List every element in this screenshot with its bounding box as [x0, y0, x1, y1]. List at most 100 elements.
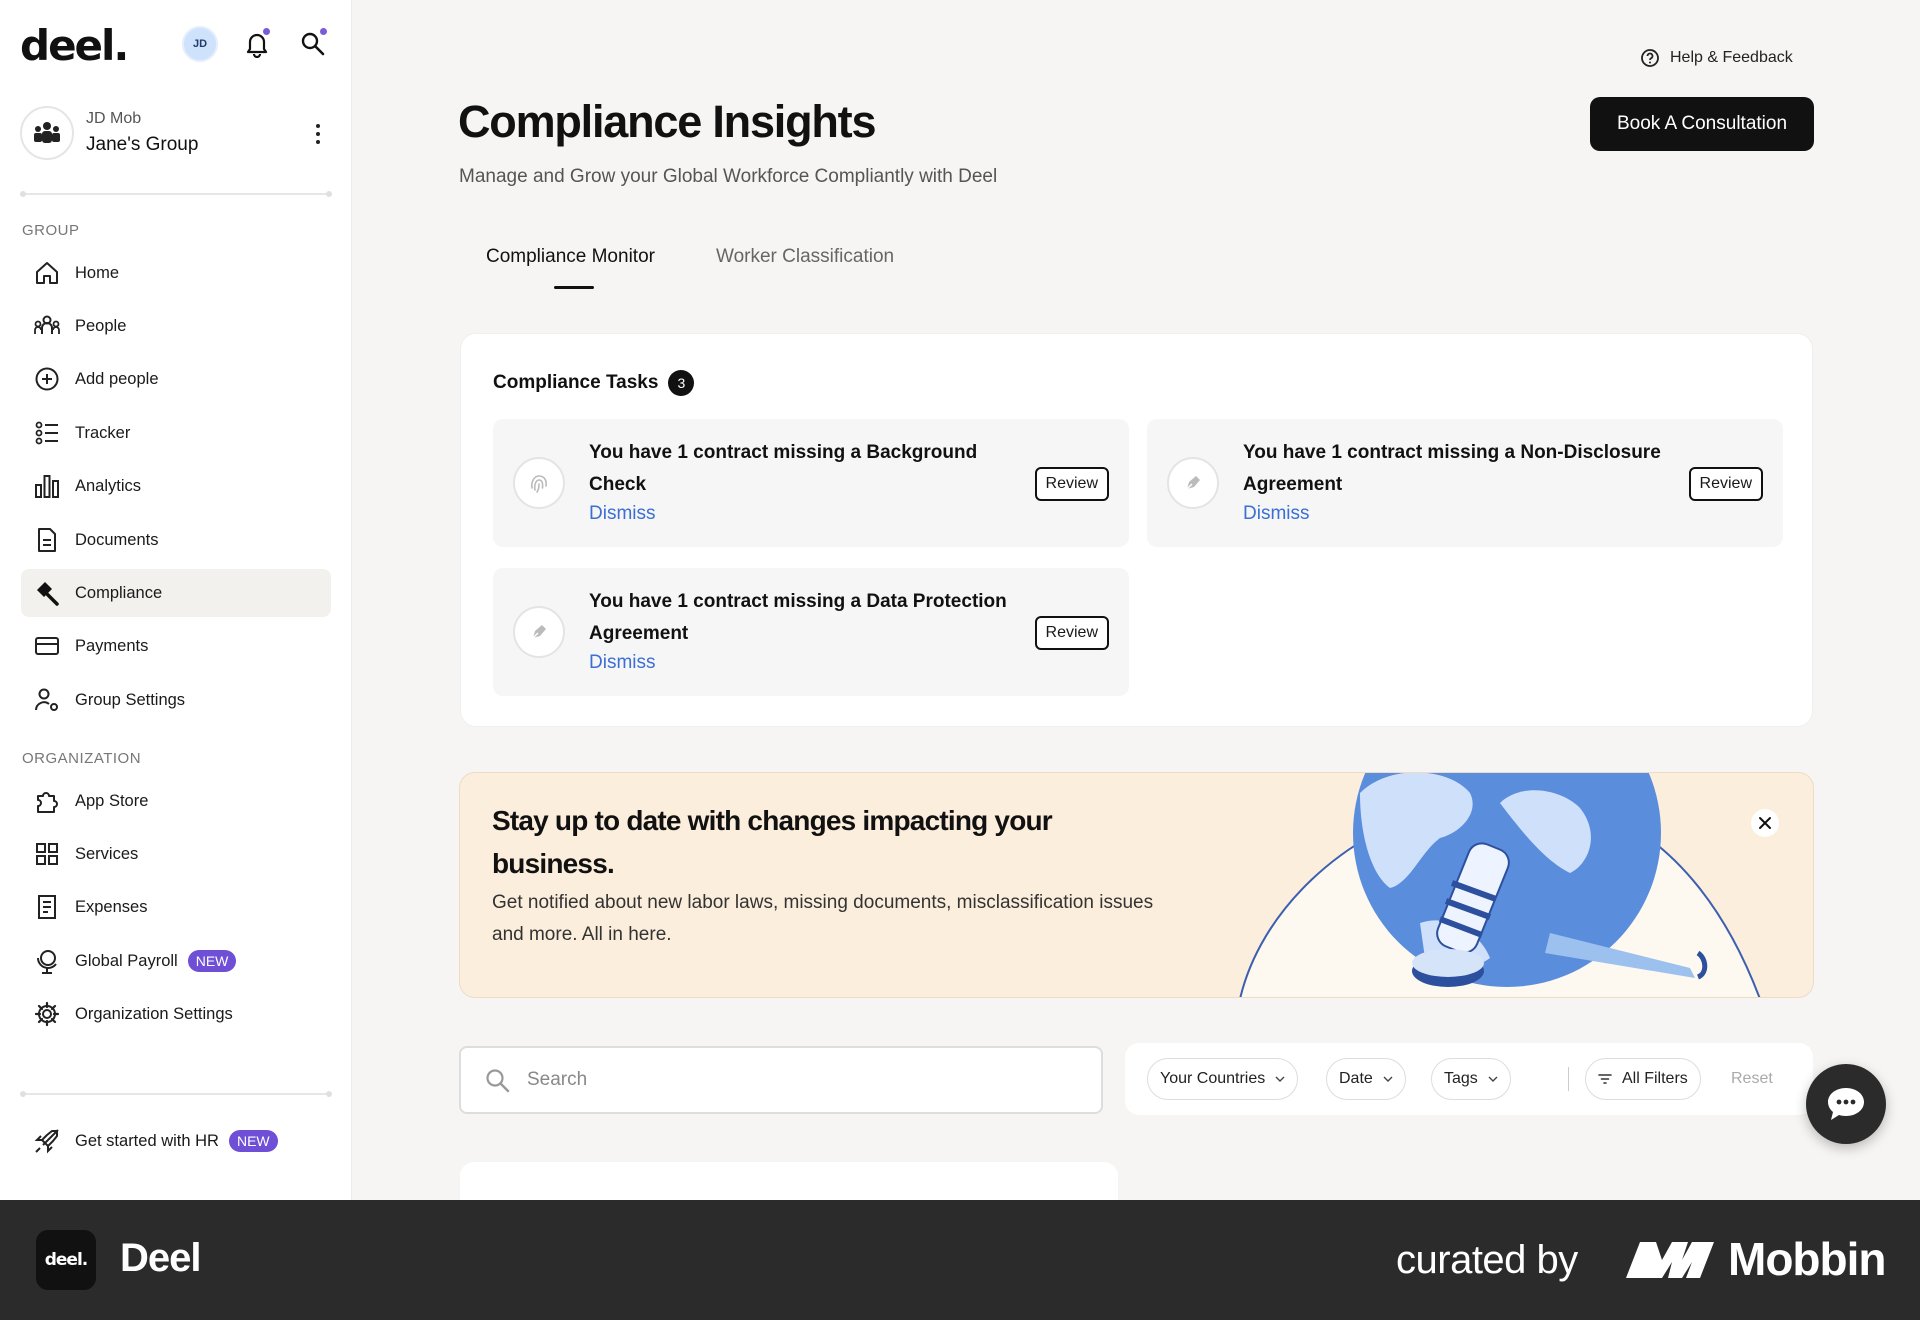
home-icon [33, 259, 61, 287]
chat-button[interactable] [1806, 1064, 1886, 1144]
footer-bar: deel. Deel curated by Mobbin [0, 1200, 1920, 1320]
book-consultation-button[interactable]: Book A Consultation [1590, 97, 1814, 151]
plus-circle-icon [33, 365, 61, 393]
footer-app-name: Deel [120, 1236, 201, 1280]
review-button[interactable]: Review [1688, 467, 1763, 501]
close-icon [1759, 817, 1771, 829]
group-switcher[interactable]: JD Mob Jane's Group [20, 104, 330, 162]
countries-filter-label: Your Countries [1160, 1070, 1266, 1087]
sidebar-item-add-people[interactable]: Add people [21, 355, 331, 403]
sidebar-item-analytics[interactable]: Analytics [21, 462, 331, 510]
sidebar-item-label: App Store [75, 791, 149, 810]
sidebar-item-expenses[interactable]: Expenses [21, 883, 331, 931]
sidebar-item-label: Organization Settings [75, 1004, 233, 1023]
sidebar-item-services[interactable]: Services [21, 830, 331, 878]
page-title: Compliance Insights [458, 96, 876, 147]
sidebar-item-label: Analytics [75, 476, 142, 495]
search-input[interactable] [527, 1066, 1067, 1094]
dismiss-link[interactable]: Dismiss [589, 503, 656, 525]
receipt-icon [33, 893, 61, 921]
sidebar-item-get-started-hr[interactable]: Get started with HR NEW [21, 1117, 331, 1165]
top-icons: JD [182, 26, 330, 62]
gear-icon [33, 1000, 61, 1028]
tab-compliance-monitor[interactable]: Compliance Monitor [486, 246, 655, 268]
notifications-button[interactable] [240, 26, 274, 62]
notification-dot [262, 27, 271, 36]
new-badge: NEW [187, 950, 237, 972]
banner-title: Stay up to date with changes impacting y… [492, 805, 1053, 879]
sidebar-item-organization-settings[interactable]: Organization Settings [21, 990, 331, 1038]
task-text: You have 1 contract missing a Background… [589, 442, 978, 495]
search-box [459, 1046, 1103, 1114]
section-label-group: GROUP [22, 222, 80, 239]
sidebar-item-payments[interactable]: Payments [21, 622, 331, 670]
compliance-tasks-heading: Compliance Tasks 3 [493, 370, 695, 396]
banner-text: Get notified about new labor laws, missi… [492, 892, 1154, 945]
group-sub-label: JD Mob [86, 110, 142, 127]
tags-filter-label: Tags [1444, 1070, 1478, 1087]
sidebar-item-label: Compliance [75, 583, 163, 602]
review-button[interactable]: Review [1034, 467, 1109, 501]
reset-filters-button[interactable]: Reset [1731, 1070, 1773, 1088]
group-avatar [20, 106, 74, 160]
sidebar-item-label: People [75, 316, 127, 335]
globe-gavel-illustration [1239, 773, 1761, 997]
user-avatar[interactable]: JD [182, 26, 218, 62]
help-feedback-label: Help & Feedback [1670, 49, 1793, 66]
mobbin-logo-icon [1626, 1242, 1714, 1278]
sidebar-item-home[interactable]: Home [21, 249, 331, 297]
pen-icon [513, 606, 565, 658]
sidebar-item-label: Documents [75, 530, 159, 549]
task-text: You have 1 contract missing a Data Prote… [589, 591, 1007, 644]
tab-worker-classification[interactable]: Worker Classification [716, 246, 894, 268]
user-gear-icon [33, 686, 61, 714]
sidebar-item-label: Get started with HR [75, 1131, 219, 1150]
sidebar-item-people[interactable]: People [21, 302, 331, 350]
filter-separator [1568, 1067, 1569, 1091]
card-icon [33, 632, 61, 660]
updates-banner: Stay up to date with changes impacting y… [459, 772, 1814, 998]
group-name: Jane's Group [86, 134, 199, 155]
tracker-icon [33, 419, 61, 447]
all-filters-button[interactable]: All Filters [1585, 1058, 1701, 1100]
sidebar-item-group-settings[interactable]: Group Settings [21, 676, 331, 724]
document-icon [33, 526, 61, 554]
puzzle-icon [33, 787, 61, 815]
tasks-count-badge: 3 [668, 370, 695, 396]
task-text: You have 1 contract missing a Non-Disclo… [1243, 442, 1661, 495]
chat-bubble-icon [1828, 1088, 1864, 1120]
sidebar-divider [20, 1091, 332, 1097]
chevron-down-icon [1275, 1076, 1285, 1082]
footer-curated-by: curated by [1396, 1238, 1578, 1282]
tags-filter[interactable]: Tags [1431, 1058, 1511, 1100]
group-menu-button[interactable] [306, 120, 330, 148]
task-card: You have 1 contract missing a Non-Disclo… [1147, 419, 1783, 547]
sidebar-item-tracker[interactable]: Tracker [21, 409, 331, 457]
sidebar-item-compliance[interactable]: Compliance [21, 569, 331, 617]
sidebar-item-documents[interactable]: Documents [21, 516, 331, 564]
people-icon [33, 312, 61, 340]
mobbin-brand: Mobbin [1626, 1232, 1886, 1286]
footer-app-logo: deel. [36, 1230, 96, 1290]
date-filter[interactable]: Date [1326, 1058, 1406, 1100]
sidebar-item-label: Tracker [75, 423, 131, 442]
page-subtitle: Manage and Grow your Global Workforce Co… [459, 166, 998, 187]
review-button[interactable]: Review [1034, 616, 1109, 650]
help-feedback-link[interactable]: Help & Feedback [1640, 48, 1793, 68]
dismiss-link[interactable]: Dismiss [1243, 503, 1310, 525]
search-button[interactable] [296, 26, 330, 62]
bar-chart-icon [33, 472, 61, 500]
sidebar-item-label: Add people [75, 369, 159, 388]
help-circle-icon [1641, 49, 1659, 67]
deel-logo[interactable]: deel. [20, 24, 129, 68]
chevron-down-icon [1383, 1076, 1393, 1082]
dismiss-link[interactable]: Dismiss [589, 652, 656, 674]
search-dot [319, 27, 328, 36]
globe-pin-icon [33, 947, 61, 975]
grid-icon [33, 840, 61, 868]
sidebar-item-app-store[interactable]: App Store [21, 777, 331, 825]
sidebar: deel. JD JD Mob Jane's Group GROUP Home … [0, 0, 352, 1200]
countries-filter[interactable]: Your Countries [1147, 1058, 1299, 1100]
close-banner-button[interactable] [1751, 809, 1779, 837]
sidebar-item-global-payroll[interactable]: Global Payroll NEW [21, 937, 331, 985]
